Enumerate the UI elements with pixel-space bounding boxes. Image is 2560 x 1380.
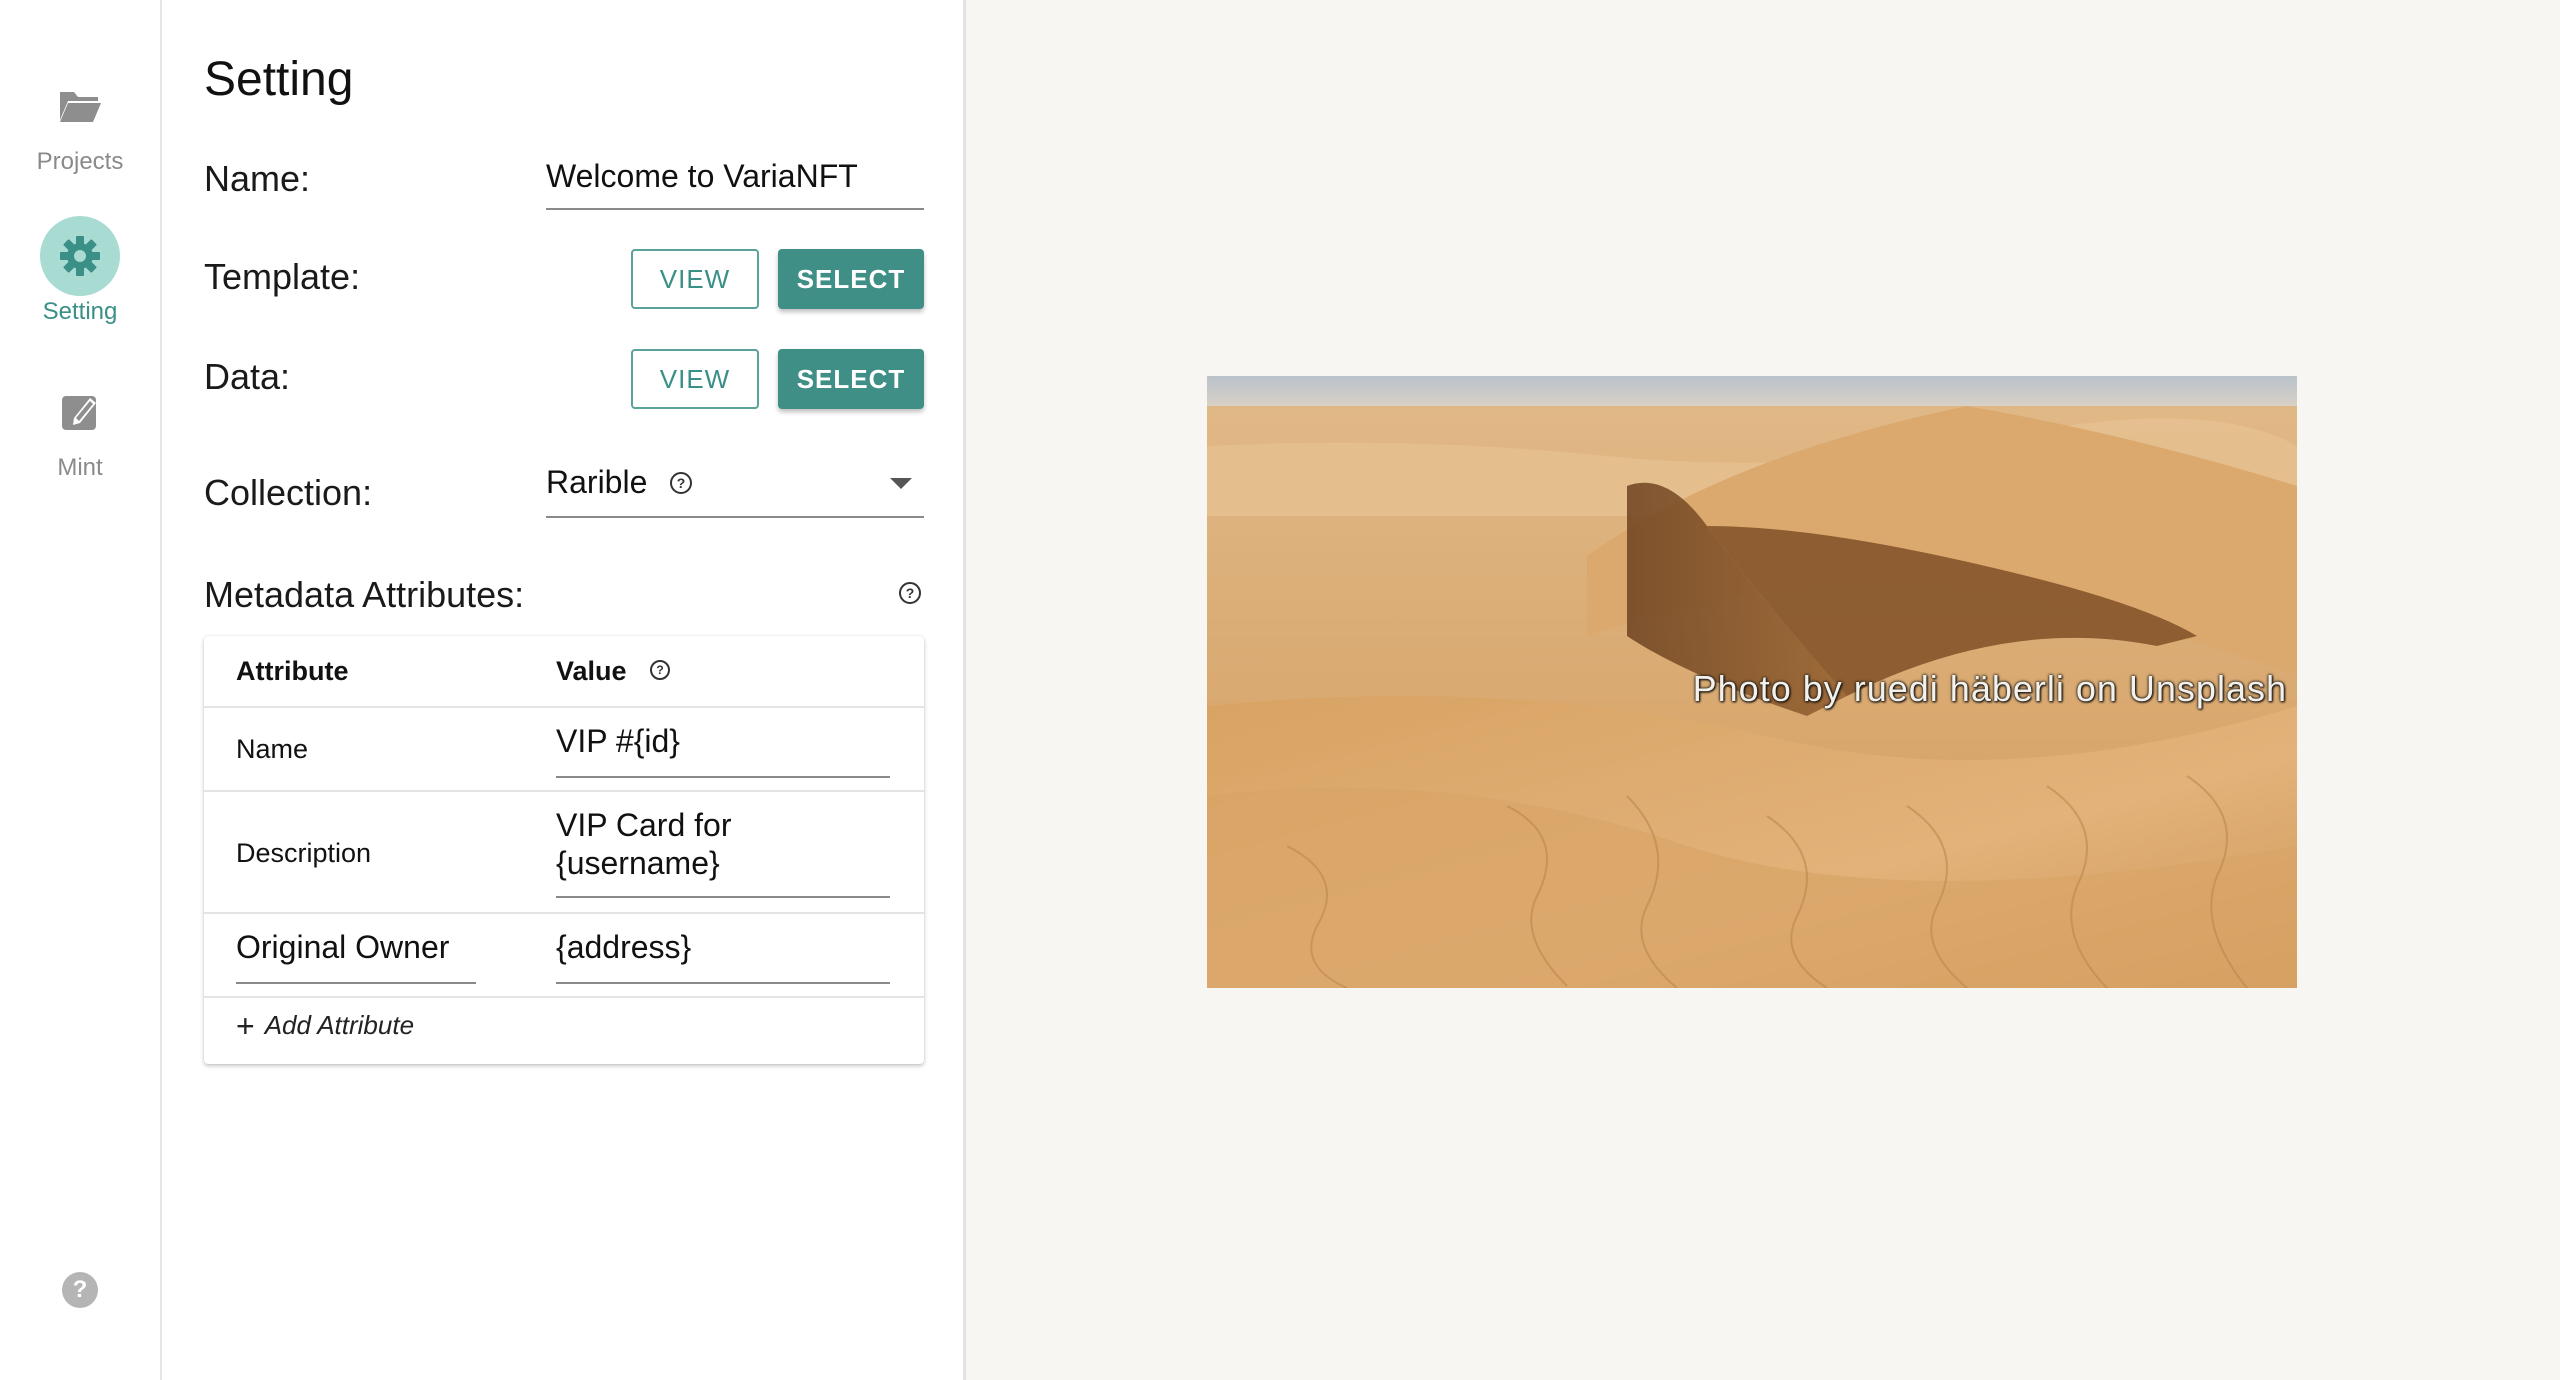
collection-help-icon[interactable]: ? xyxy=(670,472,692,494)
value-input[interactable]: VIP #{id} xyxy=(556,722,890,778)
collection-label: Collection: xyxy=(204,472,373,513)
data-label: Data: xyxy=(204,356,291,397)
nav-item-projects[interactable]: Projects xyxy=(0,66,160,176)
table-row: Description VIP Card for {username} xyxy=(204,792,924,914)
attribute-cell: Description xyxy=(236,838,372,868)
nav-item-mint[interactable]: Mint xyxy=(0,372,160,482)
collection-select[interactable]: Rarible ? xyxy=(546,456,924,518)
value-input[interactable]: {address} xyxy=(556,928,890,984)
data-select-button[interactable]: SELECT xyxy=(778,349,924,409)
nav-label-projects: Projects xyxy=(36,148,124,175)
table-row: Name VIP #{id} xyxy=(204,708,924,792)
attributes-table: Attribute Value ? Name VIP #{id} Descrip… xyxy=(204,636,924,1064)
folder-open-icon xyxy=(40,66,120,146)
metadata-help-icon[interactable]: ? xyxy=(899,582,921,604)
table-row: Original Owner {address} xyxy=(204,914,924,998)
attribute-cell: Name xyxy=(236,734,309,764)
page-title: Setting xyxy=(204,53,354,106)
template-label: Template: xyxy=(204,256,361,297)
add-attribute-label: Add Attribute xyxy=(264,1010,415,1040)
nav-rail: Projects Setting Mint ? xyxy=(0,0,162,1380)
nav-item-setting[interactable]: Setting xyxy=(0,216,160,326)
app-root: Projects Setting Mint ? Setting Name: We… xyxy=(0,0,2560,1380)
header-attribute: Attribute xyxy=(236,656,349,686)
name-label: Name: xyxy=(204,158,311,199)
collection-value: Rarible xyxy=(546,464,648,500)
edit-icon xyxy=(40,372,120,452)
gear-icon xyxy=(40,216,120,296)
plus-icon: + xyxy=(236,1007,255,1044)
setting-panel: Setting Name: Welcome to VariaNFT Templa… xyxy=(162,0,966,1380)
name-input[interactable]: Welcome to VariaNFT xyxy=(546,154,924,210)
preview-image: Photo by ruedi häberli on Unsplash xyxy=(1207,376,2297,988)
value-help-icon[interactable]: ? xyxy=(650,660,670,680)
photo-credit: Photo by ruedi häberli on Unsplash xyxy=(1692,668,2287,709)
template-select-button[interactable]: SELECT xyxy=(778,249,924,309)
chevron-down-icon xyxy=(890,478,912,489)
template-view-button[interactable]: VIEW xyxy=(631,249,759,309)
metadata-label: Metadata Attributes: xyxy=(204,574,525,615)
table-header: Attribute Value ? xyxy=(204,636,924,708)
nav-label-mint: Mint xyxy=(57,454,103,481)
header-value: Value xyxy=(556,656,627,686)
nav-label-setting: Setting xyxy=(42,298,118,325)
help-icon[interactable]: ? xyxy=(62,1272,98,1308)
value-input[interactable]: VIP Card for {username} xyxy=(556,806,890,898)
data-view-button[interactable]: VIEW xyxy=(631,349,759,409)
attribute-input[interactable]: Original Owner xyxy=(236,928,476,984)
add-attribute-button[interactable]: + Add Attribute xyxy=(236,1007,415,1044)
